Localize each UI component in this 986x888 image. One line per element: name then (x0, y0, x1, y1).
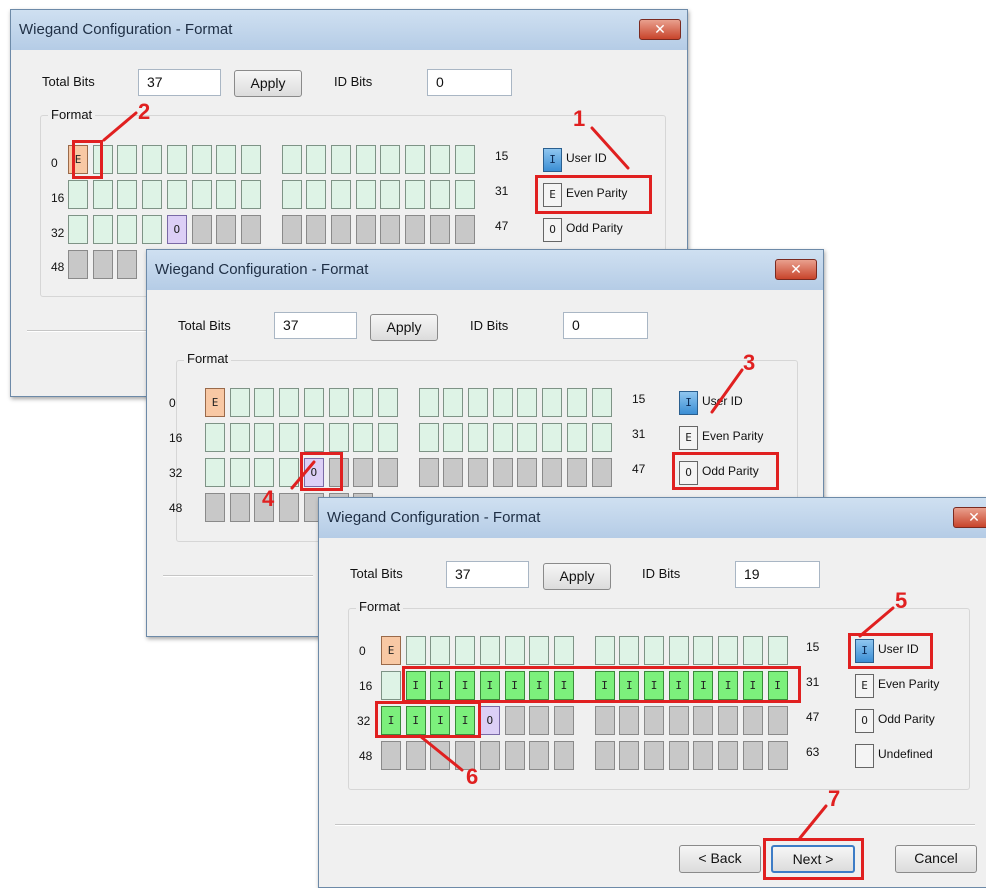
callout-leaders (102, 111, 895, 840)
callout-5: 5 (895, 588, 908, 613)
callout-2: 2 (138, 99, 151, 124)
callout-6: 6 (466, 764, 479, 789)
callout-1: 1 (573, 106, 586, 131)
callout-3: 3 (743, 350, 756, 375)
callout-4: 4 (262, 486, 275, 511)
callout-7: 7 (828, 786, 841, 811)
